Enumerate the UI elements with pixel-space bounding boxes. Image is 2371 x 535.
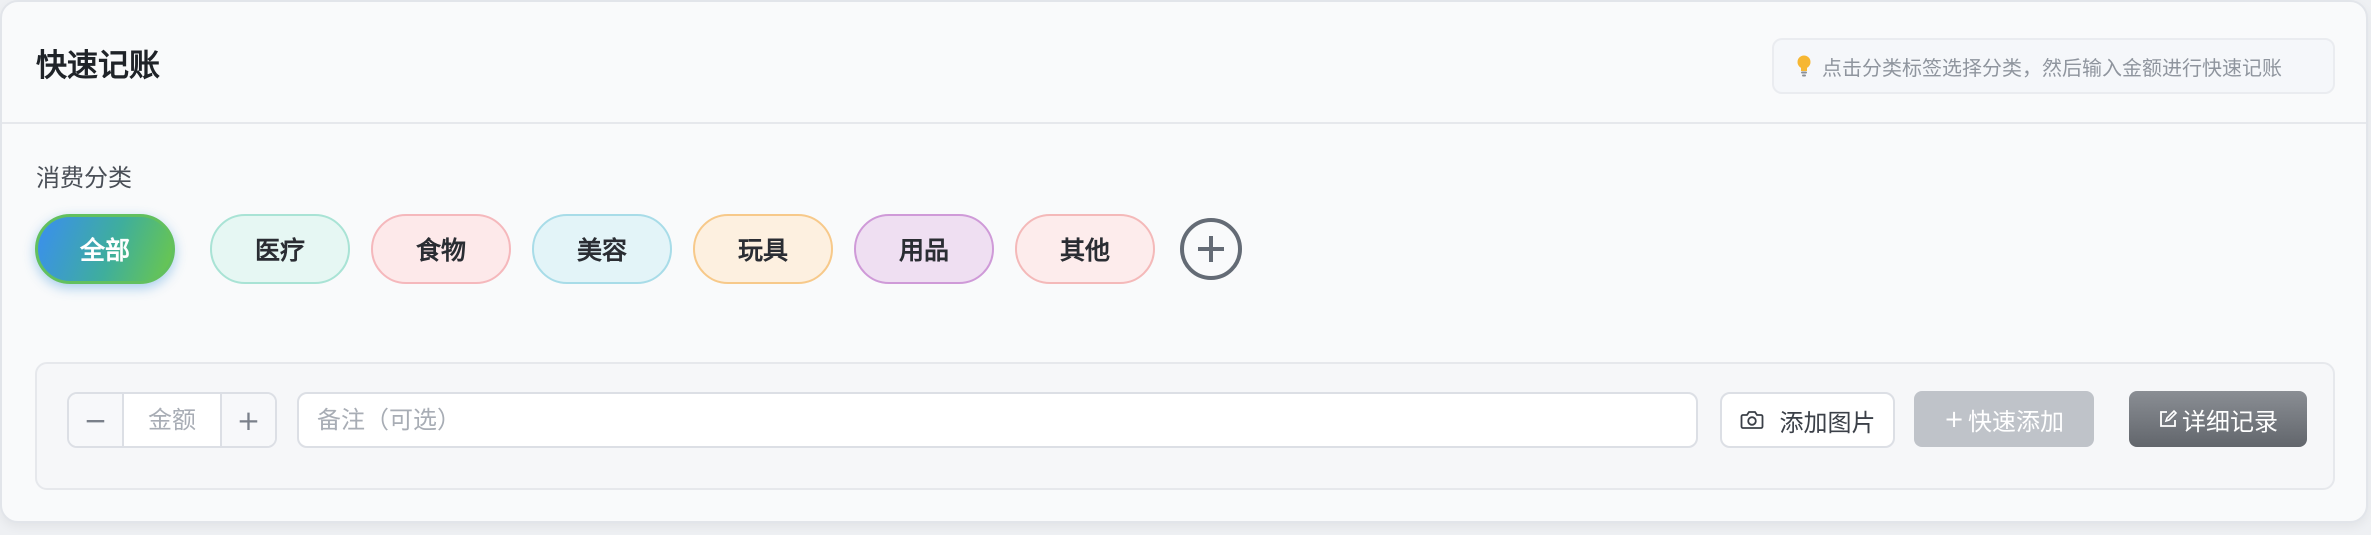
edit-icon <box>2160 409 2178 427</box>
hint-text: 点击分类标签选择分类，然后输入金额进行快速记账 <box>1822 55 2282 80</box>
increment-button[interactable]: + <box>220 394 275 446</box>
category-pill-food[interactable]: 食物 <box>371 214 511 284</box>
plus-icon: + <box>1943 405 1965 433</box>
entry-panel: − + 添加图片 + 快速添加 详细记录 <box>35 362 2335 490</box>
decrement-button[interactable]: − <box>69 394 124 446</box>
quick-add-label: 快速添加 <box>1968 407 2065 436</box>
camera-icon <box>1740 411 1763 429</box>
amount-stepper: − + <box>67 392 277 448</box>
detail-record-label: 详细记录 <box>2182 407 2278 436</box>
category-pill-other[interactable]: 其他 <box>1015 214 1155 284</box>
category-pill-beauty[interactable]: 美容 <box>532 214 672 284</box>
category-pill-all[interactable]: 全部 <box>35 214 175 284</box>
note-input[interactable] <box>297 392 1698 448</box>
add-image-label: 添加图片 <box>1779 408 1876 437</box>
page-title: 快速记账 <box>36 48 160 84</box>
quick-add-button[interactable]: + 快速添加 <box>1914 391 2094 447</box>
category-pill-medical[interactable]: 医疗 <box>210 214 350 284</box>
add-image-button[interactable]: 添加图片 <box>1720 392 1895 448</box>
quick-entry-card: 快速记账 点击分类标签选择分类，然后输入金额进行快速记账 消费分类 全部 医疗 … <box>0 0 2368 523</box>
hint-box: 点击分类标签选择分类，然后输入金额进行快速记账 <box>1772 38 2335 94</box>
detail-record-button[interactable]: 详细记录 <box>2129 391 2307 447</box>
card-header: 快速记账 点击分类标签选择分类，然后输入金额进行快速记账 <box>2 2 2366 124</box>
lightbulb-icon <box>1797 55 1811 77</box>
amount-input[interactable] <box>124 394 220 446</box>
category-section-label: 消费分类 <box>36 164 132 192</box>
add-category-button[interactable] <box>1180 218 1242 280</box>
category-pill-supplies[interactable]: 用品 <box>854 214 994 284</box>
category-pill-toys[interactable]: 玩具 <box>693 214 833 284</box>
